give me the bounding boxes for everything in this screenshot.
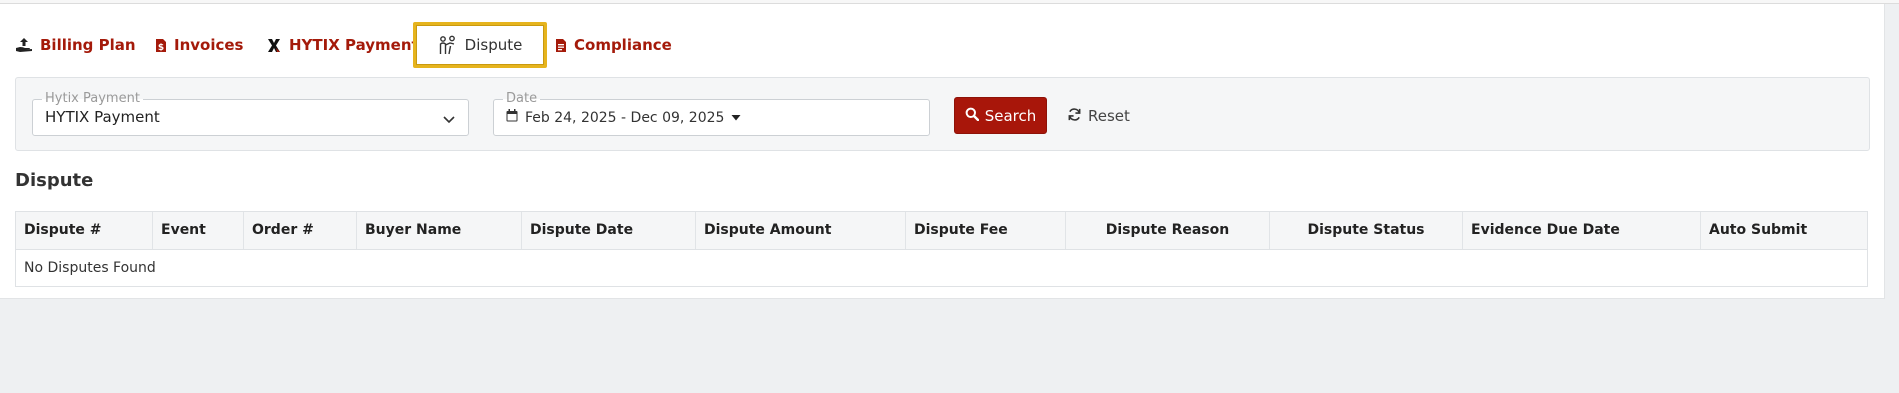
column-header[interactable]: Dispute Fee <box>906 212 1066 249</box>
tab-compliance[interactable]: Compliance <box>555 20 672 70</box>
filter-panel: Hytix Payment HYTIX Payment Date Feb 24,… <box>15 77 1870 151</box>
search-icon <box>965 107 979 125</box>
hand-upload-icon <box>15 37 33 53</box>
search-button-label: Search <box>984 106 1037 125</box>
date-range-picker[interactable]: Date Feb 24, 2025 - Dec 09, 2025 <box>493 91 930 136</box>
column-header[interactable]: Dispute Status <box>1270 212 1463 249</box>
tab-label: HYTIX Payment <box>289 36 419 54</box>
file-dollar-icon: $ <box>155 38 167 53</box>
column-header[interactable]: Dispute Amount <box>696 212 906 249</box>
dispute-table: Dispute # Event Order # Buyer Name Dispu… <box>15 211 1868 287</box>
section-title: Dispute <box>15 170 94 191</box>
people-dispute-icon <box>438 35 458 55</box>
tab-label: Invoices <box>174 36 244 54</box>
tab-hytix-payment[interactable]: HYTIX Payment <box>266 20 419 70</box>
file-pdf-icon <box>555 38 567 53</box>
column-header[interactable]: Event <box>153 212 244 249</box>
tab-billing-plan[interactable]: Billing Plan <box>15 20 136 70</box>
payment-select[interactable]: Hytix Payment HYTIX Payment <box>32 91 469 136</box>
reset-button[interactable]: Reset <box>1067 100 1130 132</box>
hytix-x-icon <box>266 38 282 53</box>
refresh-icon <box>1067 107 1082 126</box>
chevron-down-icon <box>442 111 456 130</box>
tab-label: Billing Plan <box>40 36 136 54</box>
tab-label: Dispute <box>464 36 523 54</box>
tab-invoices[interactable]: $ Invoices <box>155 20 243 70</box>
column-header[interactable]: Buyer Name <box>357 212 522 249</box>
tab-label: Compliance <box>574 36 672 54</box>
payment-select-value: HYTIX Payment <box>45 108 160 126</box>
column-header[interactable]: Evidence Due Date <box>1463 212 1701 249</box>
column-header[interactable]: Dispute # <box>16 212 153 249</box>
search-button[interactable]: Search <box>954 97 1047 134</box>
calendar-icon <box>506 109 518 126</box>
caret-down-icon <box>731 110 741 126</box>
content-card: Billing Plan $ Invoices HYTIX Payment Di… <box>0 4 1885 299</box>
date-range-value: Feb 24, 2025 - Dec 09, 2025 <box>525 109 725 126</box>
reset-button-label: Reset <box>1088 107 1130 125</box>
column-header[interactable]: Dispute Reason <box>1066 212 1270 249</box>
column-header[interactable]: Dispute Date <box>522 212 696 249</box>
tab-dispute[interactable]: Dispute <box>413 22 547 68</box>
column-header[interactable]: Auto Submit <box>1701 212 1867 249</box>
svg-text:$: $ <box>158 43 164 53</box>
table-header-row: Dispute # Event Order # Buyer Name Dispu… <box>16 212 1867 250</box>
empty-table-message: No Disputes Found <box>24 260 156 276</box>
column-header[interactable]: Order # <box>244 212 357 249</box>
page: Billing Plan $ Invoices HYTIX Payment Di… <box>0 0 1899 393</box>
